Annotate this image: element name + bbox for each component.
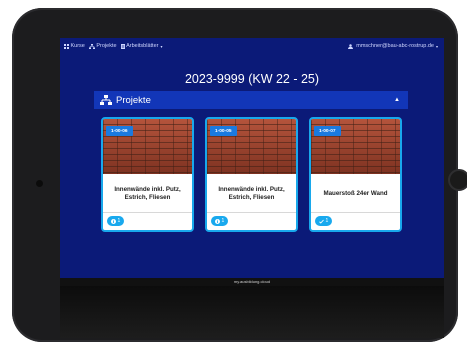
project-card-title: Innenwände inkl. Putz, Estrich, Fliesen xyxy=(114,186,181,201)
user-icon xyxy=(347,43,353,49)
project-card[interactable]: 1-00-05 Innenwände inkl. Putz, Estrich, … xyxy=(205,117,298,232)
card-divider xyxy=(207,212,296,213)
section-label: Projekte xyxy=(116,94,151,106)
footer-text: my.ausbildung.cloud xyxy=(233,279,271,284)
user-menu[interactable]: mmschner@bau-abc-rostrup.de ▾ xyxy=(347,43,438,49)
sitemap-icon xyxy=(100,95,112,105)
info-icon xyxy=(215,218,220,224)
project-code-badge: 1-00-05 xyxy=(210,126,237,136)
tablet-screen: Kurse Projekte Arbeitsblätter ▾ mmschner… xyxy=(60,38,444,338)
project-code-badge: 1-00-06 xyxy=(106,126,133,136)
document-icon xyxy=(120,43,125,49)
card-divider xyxy=(311,212,400,213)
chevron-down-icon: ▾ xyxy=(160,43,163,49)
grid-icon xyxy=(64,43,69,49)
home-button[interactable] xyxy=(448,169,467,191)
project-card[interactable]: 1-00-06 Innenwände inkl. Putz, Estrich, … xyxy=(101,117,194,232)
page-title: 2023-9999 (KW 22 - 25) xyxy=(184,72,320,86)
tablet-frame: Kurse Projekte Arbeitsblätter ▾ mmschner… xyxy=(12,8,467,342)
status-count-pill[interactable]: 1 xyxy=(107,216,125,226)
collapse-icon[interactable]: ▲ xyxy=(394,97,400,103)
card-divider xyxy=(103,212,192,213)
status-count-pill[interactable]: 1 xyxy=(315,216,333,226)
info-icon xyxy=(111,218,116,224)
camera-dot xyxy=(36,180,43,187)
user-email: mmschner@bau-abc-rostrup.de xyxy=(356,43,434,49)
project-card-title: Mauerstoß 24er Wand xyxy=(323,190,388,198)
status-count-pill[interactable]: 1 xyxy=(211,216,229,226)
status-count: 1 xyxy=(117,218,121,224)
empty-area xyxy=(60,286,444,338)
nav-kurse-label: Kurse xyxy=(70,43,85,49)
top-navigation: Kurse Projekte Arbeitsblätter ▾ mmschner… xyxy=(60,38,444,54)
check-icon xyxy=(319,219,324,224)
app-viewport: Kurse Projekte Arbeitsblätter ▾ mmschner… xyxy=(60,38,444,278)
footer-bar: my.ausbildung.cloud xyxy=(60,278,444,286)
sitemap-icon xyxy=(88,43,95,49)
project-card-title: Innenwände inkl. Putz, Estrich, Fliesen xyxy=(218,186,285,201)
chevron-down-icon: ▾ xyxy=(435,43,438,49)
nav-projekte[interactable]: Projekte xyxy=(88,43,117,49)
nav-projekte-label: Projekte xyxy=(96,43,117,49)
project-card[interactable]: 1-00-07 Mauerstoß 24er Wand 1 xyxy=(309,117,402,232)
status-count: 1 xyxy=(325,218,329,224)
nav-arbeitsblaetter-label: Arbeitsblätter xyxy=(126,43,159,49)
nav-kurse[interactable]: Kurse xyxy=(64,43,85,49)
project-code-badge: 1-00-07 xyxy=(314,126,341,136)
status-count: 1 xyxy=(221,218,225,224)
section-header-projekte[interactable]: Projekte ▲ xyxy=(94,91,408,109)
nav-arbeitsblaetter[interactable]: Arbeitsblätter ▾ xyxy=(120,43,163,49)
